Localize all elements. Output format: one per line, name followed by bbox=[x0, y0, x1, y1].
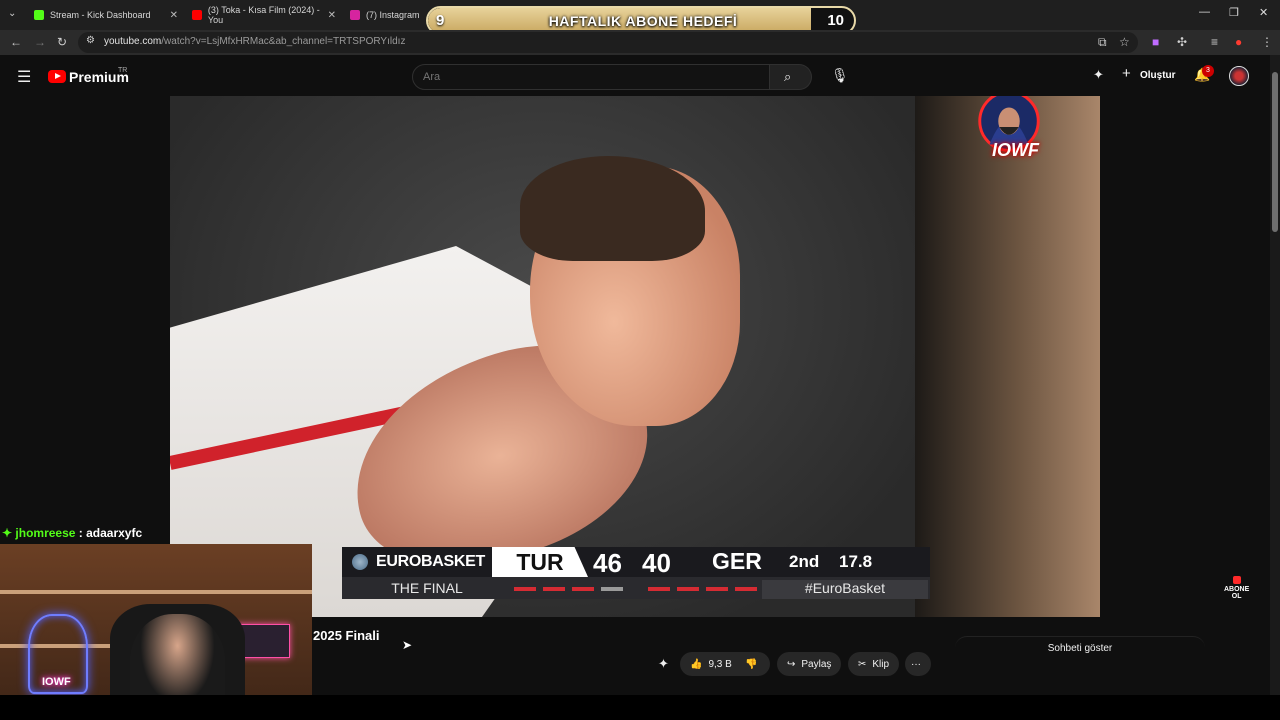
share-label: Paylaş bbox=[801, 658, 832, 670]
back-icon[interactable]: ← bbox=[10, 35, 22, 49]
profile-icon[interactable]: ● bbox=[1235, 35, 1242, 49]
chat-separator: : bbox=[75, 526, 87, 540]
search-icon: ⌕ bbox=[784, 69, 792, 84]
scoreboard: EUROBASKET TUR 46 40 GER 2nd 17.8 THE FI… bbox=[342, 547, 930, 599]
microphone-icon[interactable]: 🎙 bbox=[831, 67, 849, 84]
forward-icon[interactable]: → bbox=[34, 35, 46, 49]
player-hair bbox=[520, 156, 705, 261]
tab-instagram[interactable]: (7) Instagram bbox=[344, 4, 424, 26]
tab-label: Stream - Kick Dashboard bbox=[50, 10, 151, 20]
team-b-score: 40 bbox=[642, 548, 671, 578]
gemini-sparkle-icon[interactable]: ✦ bbox=[1093, 67, 1104, 83]
foul-indicator-a bbox=[514, 587, 536, 591]
search-input[interactable] bbox=[423, 71, 723, 83]
tab-youtube-toka[interactable]: (3) Toka - Kısa Film (2024) - You ✕ bbox=[186, 4, 336, 26]
extension-icon[interactable]: ■ bbox=[1152, 35, 1159, 49]
chat-username: jhomreese bbox=[15, 526, 76, 540]
show-chat-button[interactable]: Sohbeti göster bbox=[955, 636, 1205, 660]
more-label: ··· bbox=[911, 658, 921, 670]
foul-indicator-b bbox=[677, 587, 699, 591]
tab-label: (7) Instagram bbox=[366, 10, 420, 20]
shelf bbox=[0, 590, 312, 594]
chat-message: adaarxyfc bbox=[86, 526, 143, 540]
like-icon[interactable]: 👍 bbox=[690, 659, 702, 670]
page-scrollbar-thumb[interactable] bbox=[1272, 72, 1278, 232]
share-icon: ↪ bbox=[787, 658, 796, 670]
subscribe-badge-line-2: OL bbox=[1231, 593, 1242, 600]
tab-kick-dashboard[interactable]: Stream - Kick Dashboard ✕ bbox=[28, 4, 178, 26]
kick-favicon-icon bbox=[34, 10, 44, 20]
youtube-logo-icon[interactable] bbox=[48, 70, 66, 83]
subscribe-badge[interactable]: ABONE OL bbox=[1224, 576, 1249, 600]
mouse-cursor-icon: ➤ bbox=[402, 638, 413, 652]
kick-sparkle-icon: ✦ bbox=[2, 526, 13, 540]
browser-menu-icon[interactable]: ⋮ bbox=[1261, 35, 1273, 49]
streamer-webcam: IOWF bbox=[0, 544, 312, 720]
media-control-icon[interactable]: ≡ bbox=[1211, 35, 1218, 49]
goal-label: HAFTALIK ABONE HEDEFİ bbox=[548, 13, 738, 29]
extensions-puzzle-icon[interactable]: ✣ bbox=[1177, 35, 1187, 49]
period: 2nd bbox=[789, 552, 820, 571]
url-host: youtube.com bbox=[104, 36, 162, 47]
foul-indicator-a bbox=[601, 587, 623, 591]
like-count[interactable]: 9,3 B bbox=[708, 659, 731, 670]
foul-indicator-b bbox=[706, 587, 728, 591]
url-path: /watch?v=LsjMfxHRMac&ab_channel=TRTSPORY… bbox=[161, 36, 406, 47]
video-court-area bbox=[915, 96, 1100, 617]
clip-label: Klip bbox=[872, 658, 890, 670]
video-player[interactable]: IOWF bbox=[170, 96, 1100, 617]
chat-overlay-message: ✦ jhomreese : adaarxyfc bbox=[2, 526, 142, 540]
plus-icon: + bbox=[1122, 65, 1131, 82]
instagram-favicon-icon bbox=[350, 10, 360, 20]
scoreboard-brand: EUROBASKET bbox=[376, 553, 486, 570]
like-dislike-segment: 👍 9,3 B 👎 bbox=[680, 652, 770, 676]
video-title: 2025 Finali bbox=[313, 628, 380, 643]
restore-icon[interactable]: ❐ bbox=[1229, 6, 1239, 19]
ask-sparkle-icon[interactable]: ✦ bbox=[658, 656, 669, 672]
bookmark-star-icon[interactable]: ☆ bbox=[1119, 35, 1130, 49]
team-b-name: GER bbox=[712, 548, 762, 574]
game-clock: 17.8 bbox=[839, 552, 873, 571]
install-app-icon[interactable]: ⧉ bbox=[1098, 35, 1107, 50]
hamburger-menu-icon[interactable]: ☰ bbox=[17, 67, 31, 87]
account-avatar[interactable] bbox=[1229, 66, 1249, 86]
browser-toolbar: ← → ↻ ⚙ youtube.com/watch?v=LsjMfxHRMac&… bbox=[0, 30, 1280, 55]
youtube-masthead: ☰ Premium TR ⌕ 🎙 ✦ + Oluştur 🔔 3 bbox=[0, 55, 1270, 96]
dislike-icon[interactable]: 👎 bbox=[745, 659, 757, 670]
close-tab-icon[interactable]: ✕ bbox=[328, 10, 336, 21]
goal-target: 10 bbox=[827, 12, 844, 29]
foul-indicator-b bbox=[648, 587, 670, 591]
subscribe-badge-icon bbox=[1232, 576, 1241, 584]
foul-indicator-b bbox=[735, 587, 757, 591]
close-tab-icon[interactable]: ✕ bbox=[170, 10, 178, 21]
search-box[interactable] bbox=[412, 64, 770, 90]
team-a-score: 46 bbox=[593, 548, 622, 578]
notification-count-badge: 3 bbox=[1202, 65, 1214, 77]
minimize-icon[interactable]: — bbox=[1199, 6, 1210, 18]
neon-sign-text: IOWF bbox=[42, 676, 71, 688]
tab-label: (3) Toka - Kısa Film (2024) - You bbox=[207, 5, 320, 25]
hashtag-label: #EuroBasket bbox=[762, 580, 928, 599]
share-button[interactable]: ↪ Paylaş bbox=[777, 652, 842, 676]
watermark-text: IOWF bbox=[992, 140, 1039, 160]
close-window-icon[interactable]: ✕ bbox=[1259, 6, 1268, 19]
reload-icon[interactable]: ↻ bbox=[57, 35, 67, 49]
foul-indicator-a bbox=[572, 587, 594, 591]
search-button[interactable]: ⌕ bbox=[770, 64, 812, 90]
scissors-icon: ✂ bbox=[858, 658, 867, 670]
clip-button[interactable]: ✂ Klip bbox=[848, 652, 900, 676]
round-label: THE FINAL bbox=[391, 580, 463, 596]
address-bar[interactable]: ⚙ youtube.com/watch?v=LsjMfxHRMac&ab_cha… bbox=[78, 32, 1138, 53]
tab-search-chevron-icon[interactable]: ⌄ bbox=[8, 8, 16, 19]
bottom-strip bbox=[0, 695, 1280, 720]
foul-indicator-a bbox=[543, 587, 565, 591]
create-button[interactable]: Oluştur bbox=[1140, 70, 1176, 81]
eurobasket-trophy-icon bbox=[352, 554, 368, 570]
region-code: TR bbox=[118, 67, 128, 74]
team-a-name: TUR bbox=[492, 547, 588, 577]
youtube-favicon-icon bbox=[192, 10, 202, 20]
more-actions-button[interactable]: ··· bbox=[905, 652, 931, 676]
site-info-icon[interactable]: ⚙ bbox=[86, 35, 95, 46]
subscribe-badge-line-1: ABONE bbox=[1224, 586, 1250, 593]
